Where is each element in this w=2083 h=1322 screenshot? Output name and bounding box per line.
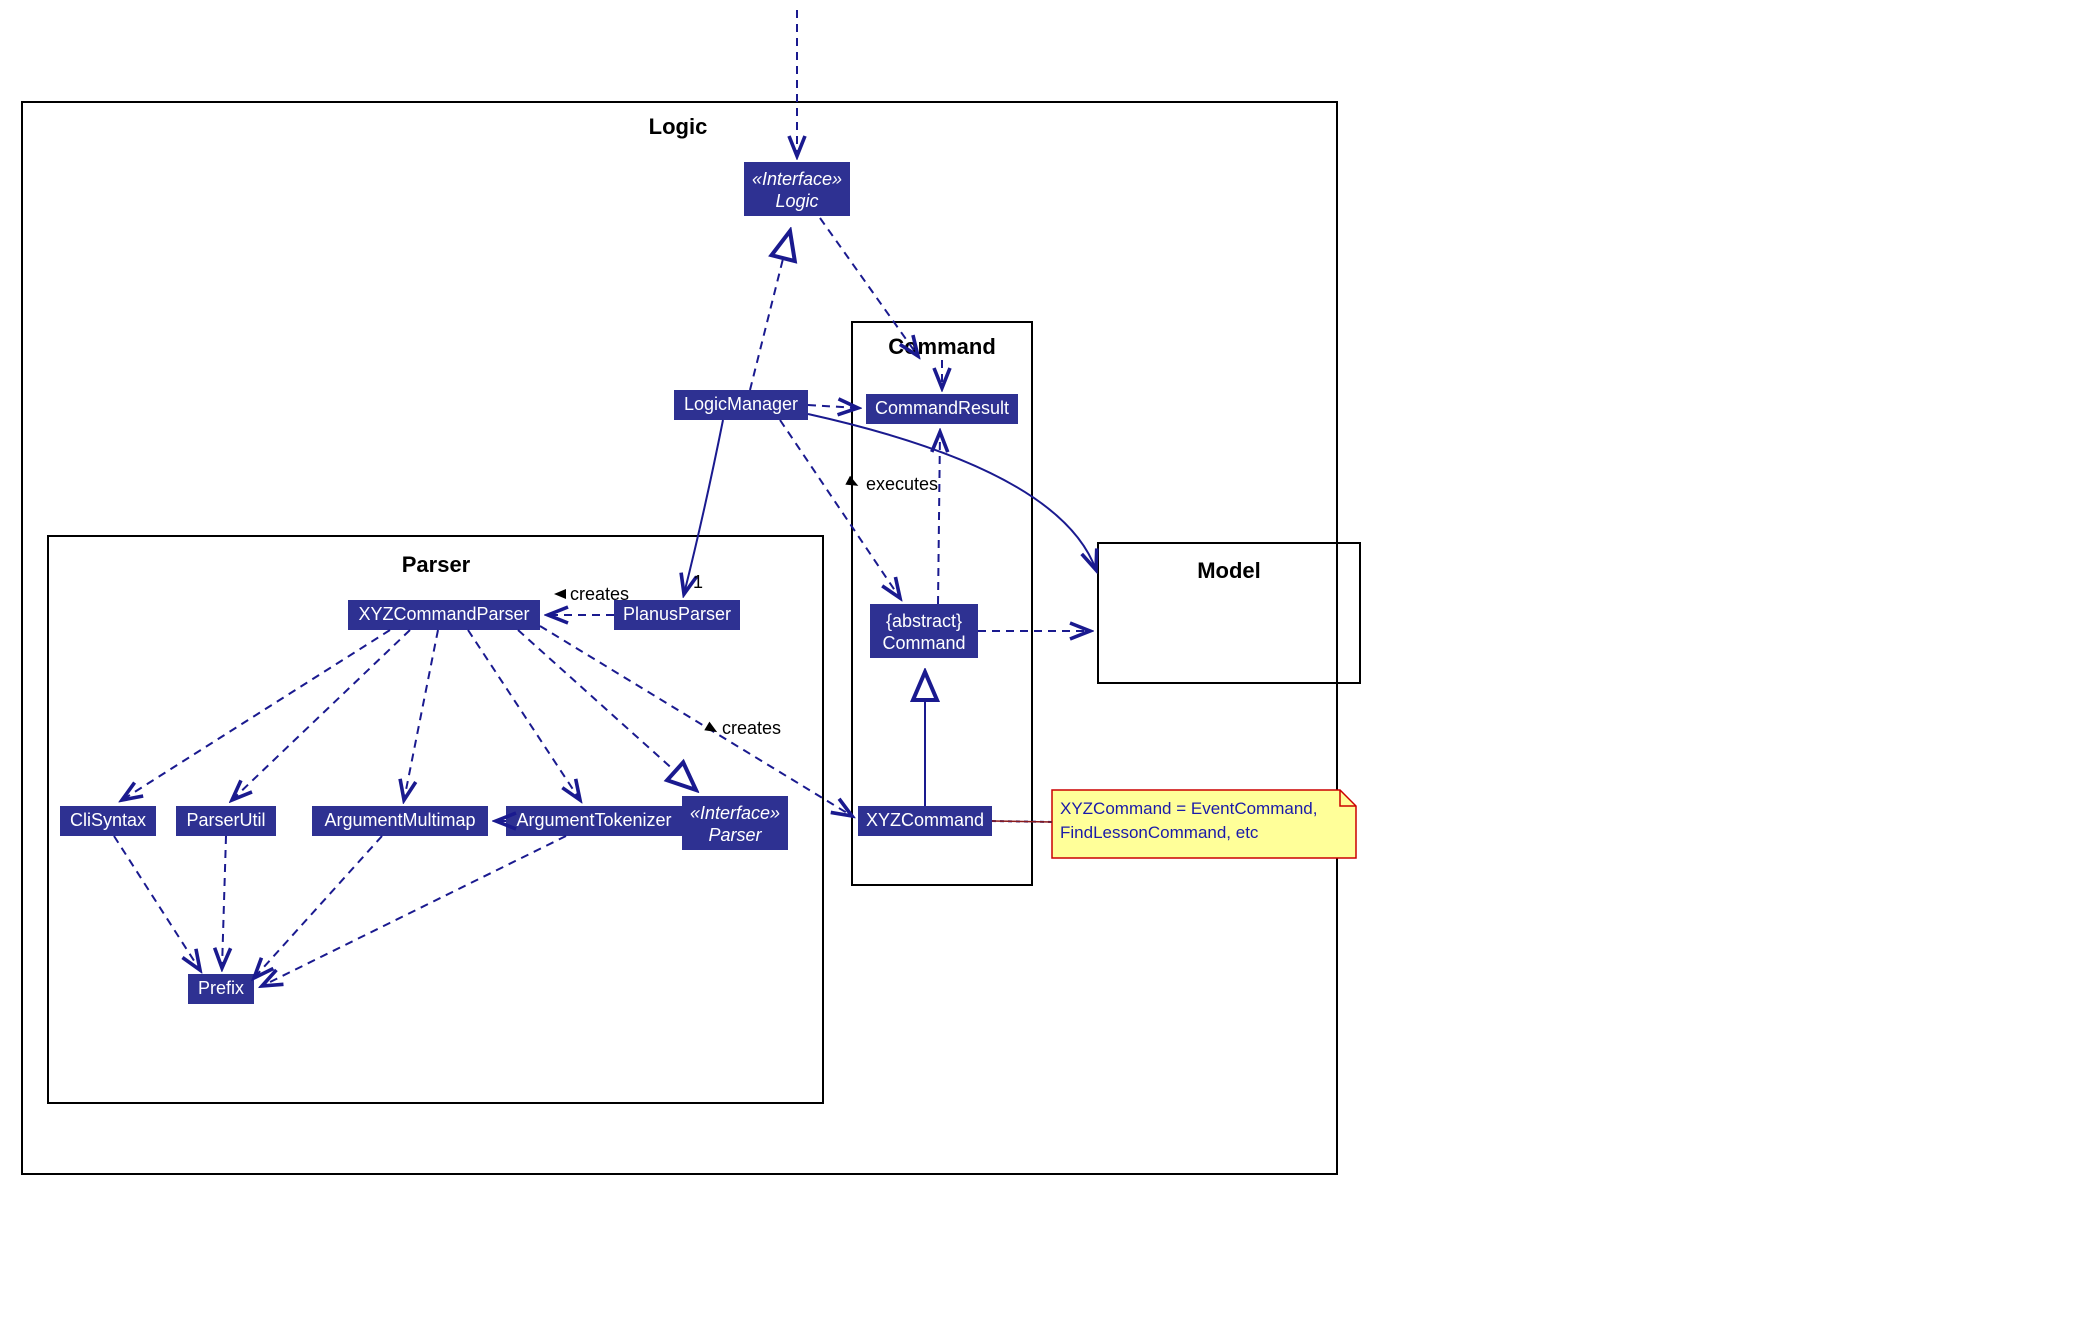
model-package-title: Model <box>1197 558 1261 583</box>
svg-text:ParserUtil: ParserUtil <box>186 810 265 830</box>
svg-text:FindLessonCommand, etc: FindLessonCommand, etc <box>1060 823 1259 842</box>
svg-text:{abstract}: {abstract} <box>886 611 962 631</box>
multiplicity-one: 1 <box>693 572 703 592</box>
logic-manager-node: LogicManager <box>674 390 808 420</box>
executes-label-group: executes <box>845 474 938 494</box>
svg-text:«Interface»: «Interface» <box>690 803 780 823</box>
xyz-command-node: XYZCommand <box>858 806 992 836</box>
svg-text:Prefix: Prefix <box>198 978 244 998</box>
argument-tokenizer-node: ArgumentTokenizer <box>506 806 682 836</box>
prefix-node: Prefix <box>188 974 254 1004</box>
xyz-command-parser-node: XYZCommandParser <box>348 600 540 630</box>
svg-text:XYZCommandParser: XYZCommandParser <box>358 604 529 624</box>
svg-text:XYZCommand = EventCommand,: XYZCommand = EventCommand, <box>1060 799 1317 818</box>
svg-text:CommandResult: CommandResult <box>875 398 1009 418</box>
svg-text:LogicManager: LogicManager <box>684 394 798 414</box>
edge-logicmanager-abstractcommand <box>780 420 900 598</box>
uml-class-diagram: Logic Parser Command Model «Interface» L… <box>0 0 2083 1322</box>
edge-xyzparser-clisyntax <box>122 630 390 800</box>
svg-text:CliSyntax: CliSyntax <box>70 810 146 830</box>
svg-text:creates: creates <box>722 718 781 738</box>
edge-xyzparser-parserutil <box>232 630 410 800</box>
command-result-node: CommandResult <box>866 394 1018 424</box>
svg-text:creates: creates <box>570 584 629 604</box>
svg-text:ArgumentMultimap: ArgumentMultimap <box>324 810 475 830</box>
edge-parserutil-prefix <box>222 836 226 968</box>
edge-logicmanager-commandresult <box>808 405 858 408</box>
edge-argmultimap-prefix <box>254 836 382 978</box>
svg-text:XYZCommand: XYZCommand <box>866 810 984 830</box>
svg-text:executes: executes <box>866 474 938 494</box>
logic-interface-node: «Interface» Logic <box>744 162 850 216</box>
edge-note-xyzcommand-solid <box>992 821 1052 822</box>
svg-text:Logic: Logic <box>775 191 818 211</box>
edge-command-result <box>938 432 940 604</box>
edge-xyzparser-xyzcommand <box>540 626 852 816</box>
xyz-command-note: XYZCommand = EventCommand, FindLessonCom… <box>1052 790 1356 858</box>
edge-argtokenizer-prefix <box>262 836 566 986</box>
edge-xyzparser-argmultimap <box>404 630 438 800</box>
parser-package-title: Parser <box>402 552 471 577</box>
edge-clisyntax-prefix <box>114 836 200 970</box>
edge-logicmanager-planusparser <box>684 420 723 594</box>
svg-text:Parser: Parser <box>708 825 762 845</box>
svg-text:ArgumentTokenizer: ArgumentTokenizer <box>516 810 671 830</box>
edge-xyzparser-parserinterface <box>518 630 696 790</box>
argument-multimap-node: ArgumentMultimap <box>312 806 488 836</box>
svg-text:PlanusParser: PlanusParser <box>623 604 731 624</box>
creates-label-2: creates <box>704 718 781 738</box>
svg-text:«Interface»: «Interface» <box>752 169 842 189</box>
logic-package <box>22 102 1337 1174</box>
svg-text:Command: Command <box>882 633 965 653</box>
edge-logicmanager-logic <box>750 231 790 390</box>
edge-logic-command <box>820 218 918 356</box>
cli-syntax-node: CliSyntax <box>60 806 156 836</box>
logic-package-title: Logic <box>649 114 708 139</box>
edge-xyzparser-argtokenizer <box>468 630 580 800</box>
abstract-command-node: {abstract} Command <box>870 604 978 658</box>
creates-label-1: creates <box>554 584 629 604</box>
parser-util-node: ParserUtil <box>176 806 276 836</box>
planus-parser-node: PlanusParser <box>614 600 740 630</box>
parser-interface-node: «Interface» Parser <box>682 796 788 850</box>
